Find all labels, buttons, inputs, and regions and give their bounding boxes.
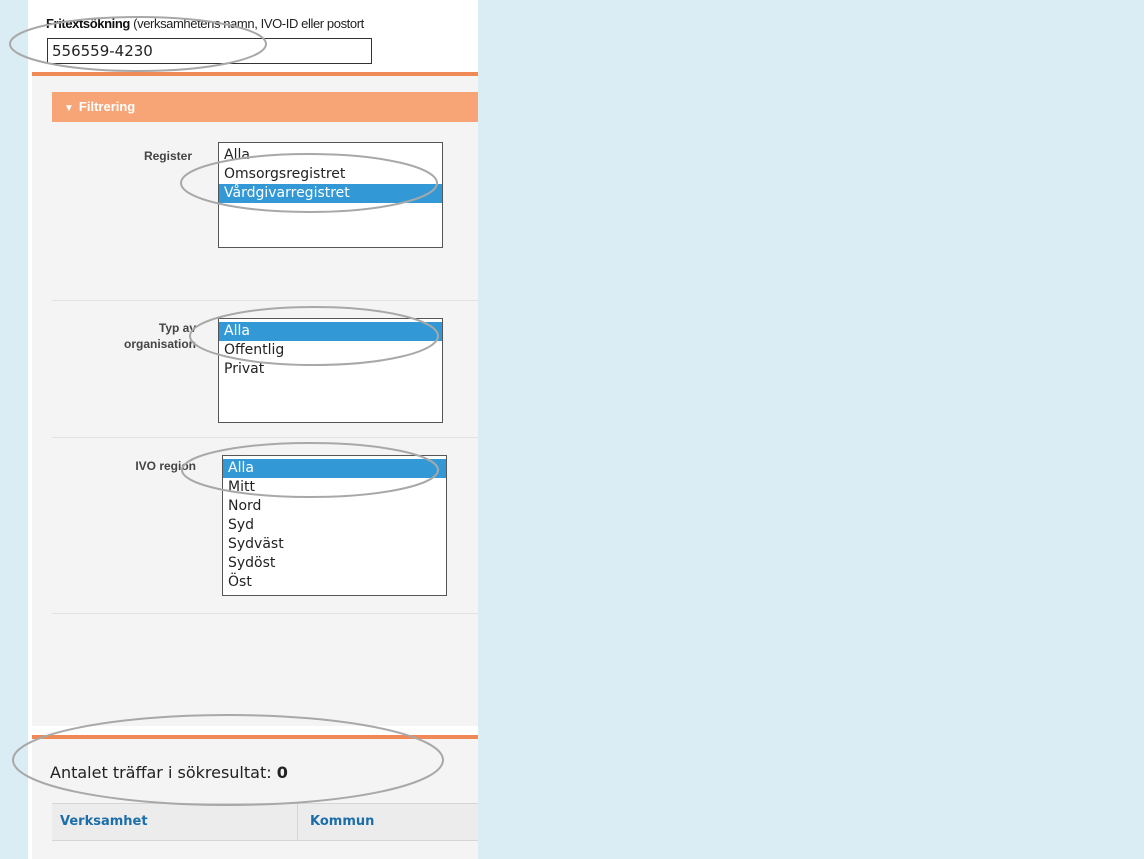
register-label: Register (143, 149, 192, 163)
column-header-verksamhet[interactable]: Verksamhet (60, 814, 148, 829)
listbox-option[interactable]: Vårdgivarregistret (219, 184, 442, 203)
filter-row-divider (52, 300, 478, 301)
listbox-option[interactable]: Alla (219, 322, 442, 341)
column-separator (297, 804, 298, 840)
filter-section: ▼ Filtrering Register Alla Omsorgsregistre… (32, 72, 478, 726)
org-type-label-line2: organisation (123, 337, 196, 351)
listbox-option[interactable]: Privat (219, 360, 442, 379)
org-type-label-line1: Typ av (158, 321, 196, 335)
region-label: IVO region (135, 459, 196, 473)
free-text-search-label: Fritextsökning (verksamhetens namn, IVO-… (46, 16, 364, 31)
free-text-search-label-bold: Fritextsökning (46, 16, 130, 31)
listbox-option[interactable]: Sydväst (223, 535, 446, 554)
result-count-value: 0 (276, 763, 288, 782)
filter-title: Filtrering (78, 99, 136, 114)
org-type-listbox[interactable]: Alla Offentlig Privat (218, 318, 443, 423)
free-text-search-input[interactable] (47, 38, 372, 64)
column-header-kommun[interactable]: Kommun (310, 814, 374, 829)
listbox-option[interactable]: Omsorgsregistret (219, 165, 442, 184)
result-count: Antalet träffar i sökresultat: 0 (50, 763, 288, 782)
org-type-label: Typ av organisation (102, 320, 196, 352)
results-section: Antalet träffar i sökresultat: 0 Verksam… (32, 735, 478, 859)
listbox-option[interactable]: Offentlig (219, 341, 442, 360)
filter-row-divider (52, 613, 478, 614)
search-panel: Fritextsökning (verksamhetens namn, IVO-… (28, 0, 478, 859)
listbox-option[interactable]: Mitt (223, 478, 446, 497)
listbox-option[interactable]: Sydöst (223, 554, 446, 573)
listbox-option[interactable]: Alla (219, 146, 442, 165)
left-margin (0, 0, 28, 859)
region-listbox[interactable]: Alla Mitt Nord Syd Sydväst Sydöst Öst (222, 455, 447, 596)
free-text-search-label-hint: (verksamhetens namn, IVO-ID eller postor… (129, 16, 364, 31)
results-table-header: Verksamhet Kommun (52, 803, 478, 841)
free-text-search-area: Fritextsökning (verksamhetens namn, IVO-… (28, 0, 478, 72)
triangle-down-icon: ▼ (64, 103, 74, 114)
listbox-option[interactable]: Alla (223, 459, 446, 478)
register-listbox[interactable]: Alla Omsorgsregistret Vårdgivarregistret (218, 142, 443, 248)
listbox-option[interactable]: Syd (223, 516, 446, 535)
filter-toggle-header[interactable]: ▼ Filtrering (52, 92, 478, 122)
result-count-label: Antalet träffar i sökresultat: (50, 763, 272, 782)
listbox-option[interactable]: Nord (223, 497, 446, 516)
listbox-option[interactable]: Öst (223, 573, 446, 592)
filter-row-divider (52, 437, 478, 438)
